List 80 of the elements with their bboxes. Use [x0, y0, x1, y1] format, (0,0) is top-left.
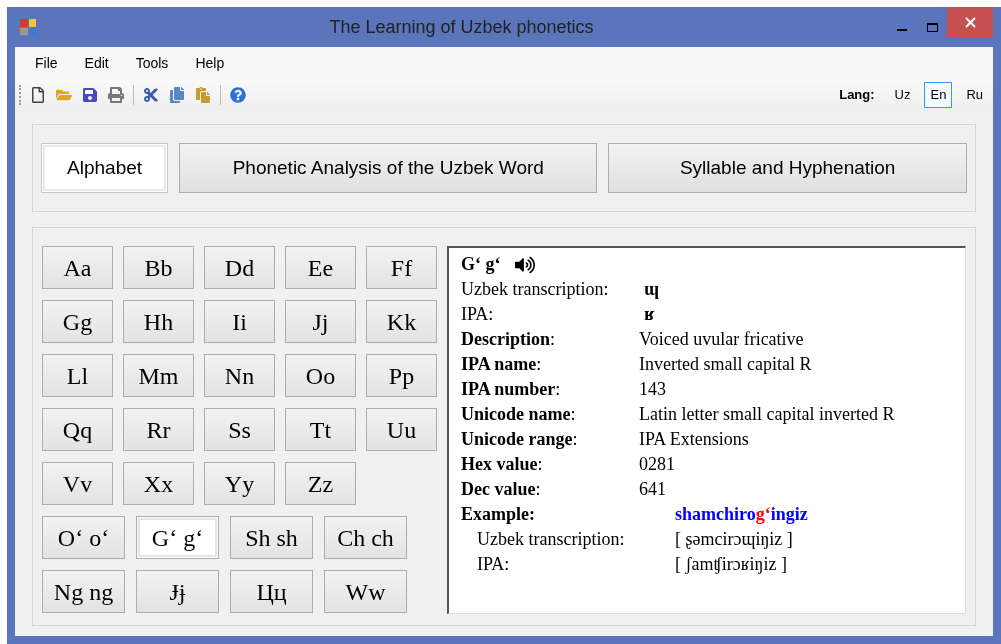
letter-button[interactable]: Nn	[204, 354, 275, 397]
language-button[interactable]: En	[924, 82, 953, 108]
field-label: IPA name:	[461, 353, 543, 376]
field-value: Voiced uvular fricative	[639, 328, 804, 351]
letter-button[interactable]: Hh	[123, 300, 194, 343]
letter-button[interactable]: Ng ng	[42, 570, 125, 613]
letter-button[interactable]: Xx	[123, 462, 194, 505]
example-label: Example:	[461, 503, 536, 526]
letter-button[interactable]: Rr	[123, 408, 194, 451]
letter-button[interactable]: Ww	[324, 570, 407, 613]
field-value: IPA Extensions	[639, 428, 749, 451]
field-value: 0281	[639, 453, 675, 476]
field-value: Latin letter small capital inverted R	[639, 403, 895, 426]
letter-button[interactable]: Dd	[204, 246, 275, 289]
menu-item[interactable]: File	[35, 52, 58, 74]
field-value: 143	[639, 378, 666, 401]
menu-item[interactable]: Tools	[135, 52, 169, 74]
tab-button[interactable]: Alphabet	[41, 143, 169, 193]
field-value: Inverted small capital R	[639, 353, 812, 376]
copy-icon[interactable]	[168, 86, 186, 104]
menu-item[interactable]: Edit	[84, 52, 109, 74]
letter-button[interactable]: Ss	[204, 408, 275, 451]
letter-button[interactable]: Цц	[230, 570, 313, 613]
letter-button[interactable]: Mm	[123, 354, 194, 397]
letter-button[interactable]: Gg	[42, 300, 113, 343]
letter-button[interactable]: Sh sh	[230, 516, 313, 559]
language-button[interactable]: Ru	[960, 82, 989, 108]
letter-button[interactable]: Ff	[366, 246, 437, 289]
letter-button[interactable]: Yy	[204, 462, 275, 505]
letter-button[interactable]: Ch ch	[324, 516, 407, 559]
help-icon[interactable]	[229, 86, 247, 104]
letter-button[interactable]: Pp	[366, 354, 437, 397]
menu-item[interactable]: Help	[195, 52, 225, 74]
printer-icon[interactable]	[107, 86, 125, 104]
window-title: The Learning of Uzbek phonetics	[328, 15, 595, 39]
letter-button[interactable]: Ii	[204, 300, 275, 343]
field-value: 641	[639, 478, 666, 501]
field-value: ɰ	[644, 278, 659, 301]
letter-button[interactable]: Vv	[42, 462, 113, 505]
lang-label: Lang:	[839, 86, 875, 105]
letter-button[interactable]: Ll	[42, 354, 113, 397]
app-icon	[20, 19, 36, 35]
field-label: Description:	[461, 328, 556, 351]
close-icon	[964, 16, 976, 28]
save-icon[interactable]	[81, 86, 99, 104]
field-value: [ ʃamʧirɔʁiŋiz ]	[675, 553, 787, 576]
letter-button[interactable]: Ee	[285, 246, 356, 289]
letter-button[interactable]: Jj	[285, 300, 356, 343]
speaker-icon[interactable]	[514, 254, 535, 275]
letter-button[interactable]: Ɉɉ	[136, 570, 219, 613]
letter-button[interactable]: Zz	[285, 462, 356, 505]
language-button[interactable]: Uz	[888, 82, 917, 108]
field-label: Unicode range:	[461, 428, 579, 451]
letter-button[interactable]: O‘ o‘	[42, 516, 125, 559]
field-label: Hex value:	[461, 453, 544, 476]
tab-button[interactable]: Syllable and Hyphenation	[608, 143, 967, 193]
field-label: Uzbek transcription:	[477, 528, 626, 551]
field-label: Dec value:	[461, 478, 542, 501]
field-label: IPA:	[461, 303, 495, 326]
letter-button[interactable]: G‘ g‘	[136, 516, 219, 559]
field-label: Unicode name:	[461, 403, 577, 426]
letter-button[interactable]: Tt	[285, 408, 356, 451]
field-label: IPA:	[477, 553, 511, 576]
field-value: ʁ	[644, 303, 655, 326]
field-label: IPA number:	[461, 378, 562, 401]
scissors-icon[interactable]	[142, 86, 160, 104]
letter-button[interactable]: Uu	[366, 408, 437, 451]
field-label: Uzbek transcription:	[461, 278, 610, 301]
letter-button[interactable]: Bb	[123, 246, 194, 289]
tab-button[interactable]: Phonetic Analysis of the Uzbek Word	[179, 143, 598, 193]
letter-button[interactable]: Aa	[42, 246, 113, 289]
new-file-icon[interactable]	[29, 86, 47, 104]
field-value: [ ʂəmcirɔɰiŋiz ]	[675, 528, 793, 551]
letter-button[interactable]: Oo	[285, 354, 356, 397]
paste-icon[interactable]	[194, 86, 212, 104]
letter-button[interactable]: Qq	[42, 408, 113, 451]
example-word: shamchirog‘ingiz	[675, 503, 808, 526]
close-button[interactable]	[947, 7, 993, 37]
letter-heading: G‘ g‘	[461, 253, 501, 276]
letter-button[interactable]: Kk	[366, 300, 437, 343]
